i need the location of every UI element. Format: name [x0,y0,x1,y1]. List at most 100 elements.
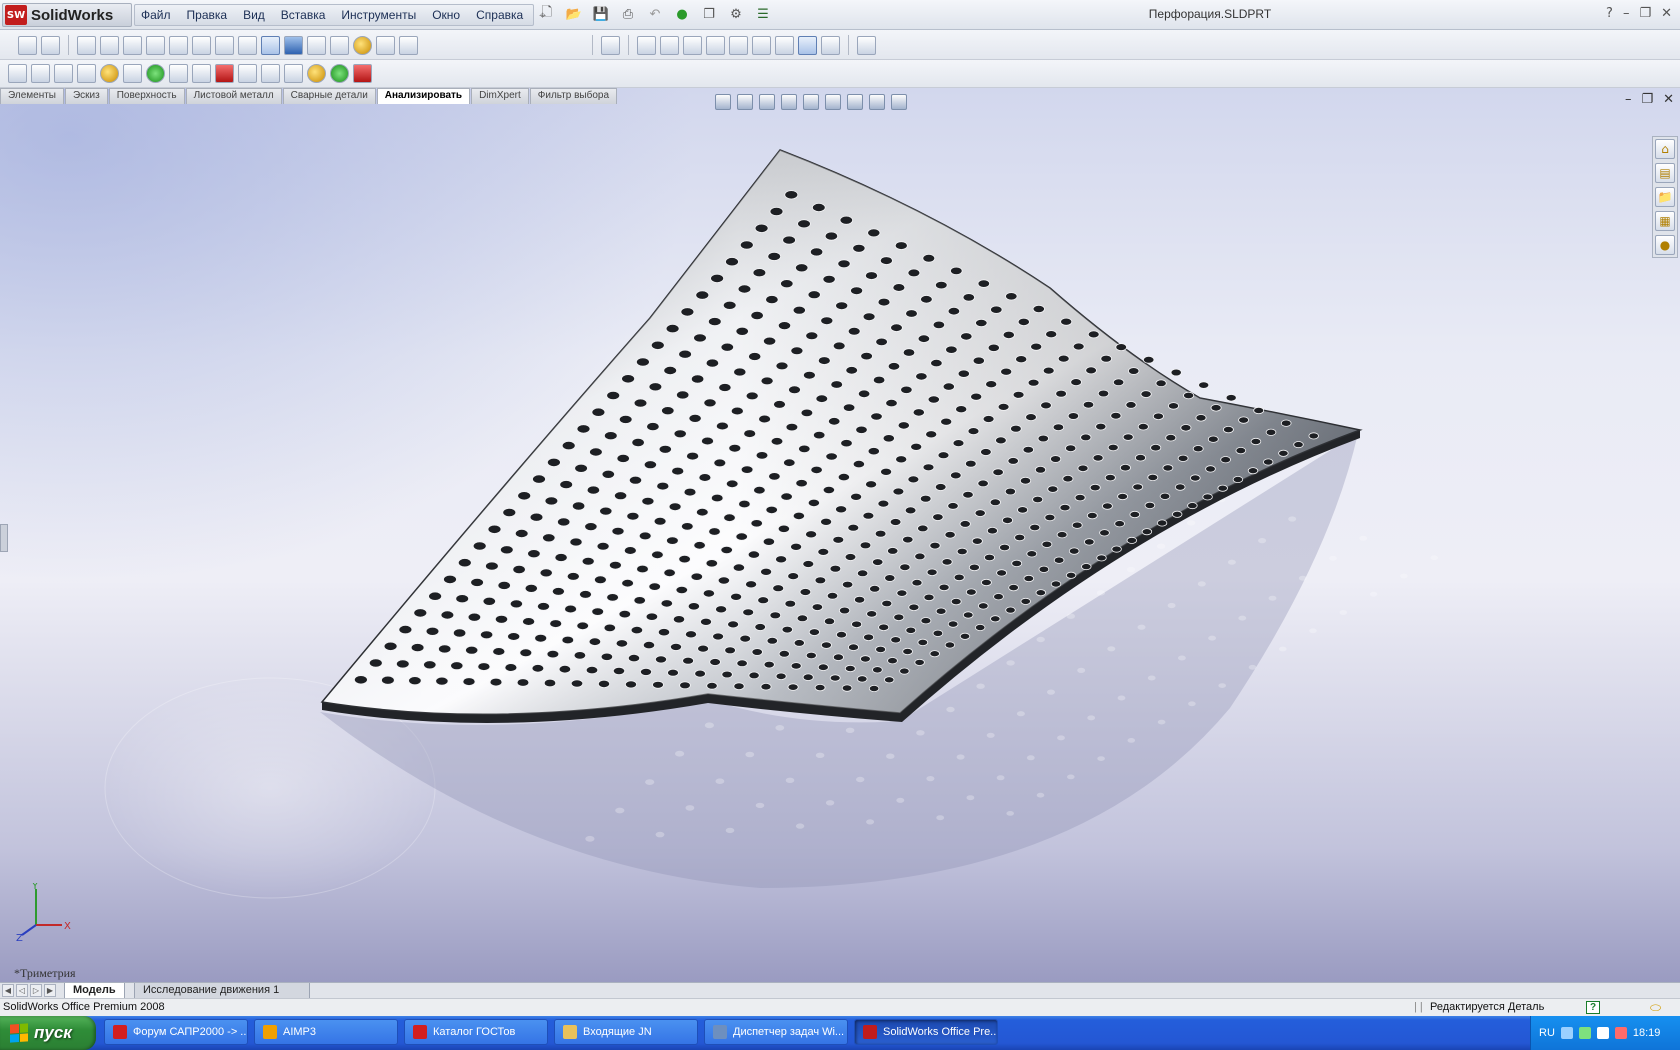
zoom-in-out-icon[interactable] [123,35,142,55]
appearance-icon[interactable] [869,94,885,110]
tag-icon[interactable]: ⬭ [1650,1000,1661,1016]
first-tab-icon[interactable]: ◀ [2,984,14,997]
next-tab-icon[interactable]: ▷ [30,984,42,997]
tab-features[interactable]: Элементы [0,88,64,104]
menu-window[interactable]: Окно [432,8,460,22]
rotate-icon[interactable] [169,35,188,55]
open-folder-icon[interactable]: 📂 [565,5,583,23]
hidden-lines-visible-icon[interactable] [215,35,234,55]
restore-icon[interactable]: ❐ [1639,6,1651,21]
doc-close-icon[interactable]: ✕ [1663,92,1674,107]
realview-icon[interactable] [353,35,372,55]
zoom-to-fit-icon[interactable] [77,35,96,55]
compare-documents-icon[interactable] [353,64,372,83]
view-palette-icon[interactable]: ▦ [1655,211,1675,231]
options-icon[interactable]: ⚙ [727,5,745,23]
tab-selection-filter[interactable]: Фильтр выбора [529,88,618,104]
zoom-to-selection-icon[interactable] [146,35,165,55]
left-view-icon[interactable] [683,35,702,55]
tab-evaluate[interactable]: Анализировать [376,88,471,104]
parting-line-analysis-icon[interactable] [261,64,280,83]
shaded-with-edges-icon[interactable] [261,35,280,55]
menu-edit[interactable]: Правка [187,8,228,22]
zoom-to-area-icon[interactable] [100,35,119,55]
thickness-analysis-icon[interactable] [284,64,303,83]
taskbar-button[interactable]: Каталог ГОСТов [404,1019,548,1045]
draft-analysis-icon[interactable] [215,64,234,83]
section-view-hud-icon[interactable] [781,94,797,110]
geometry-analysis-icon[interactable] [123,64,142,83]
file-explorer-icon[interactable]: 📁 [1655,187,1675,207]
zebra-stripes-icon[interactable] [192,64,211,83]
tab-sheet-metal[interactable]: Листовой металл [185,88,282,104]
taskbar-button[interactable]: Входящие JN [554,1019,698,1045]
right-view-icon[interactable] [706,35,725,55]
view-orientation-icon[interactable] [803,94,819,110]
tab-motion-study[interactable]: Исследование движения 1 [134,983,310,999]
sensor-icon[interactable] [77,64,96,83]
quick-tips-help-icon[interactable]: ? [1586,1001,1600,1014]
hidden-lines-removed-icon[interactable] [238,35,257,55]
file-properties-icon[interactable]: ❐ [700,5,718,23]
feature-manager-expand-handle[interactable] [0,524,8,552]
taskbar-button[interactable]: SolidWorks Office Pre... [854,1019,998,1045]
back-view-icon[interactable] [660,35,679,55]
undercut-detection-icon[interactable] [238,64,257,83]
mass-properties-icon[interactable] [31,64,50,83]
taskbar-button[interactable]: AIMP3 [254,1019,398,1045]
front-view-icon[interactable] [637,35,656,55]
trimetric-view-icon[interactable] [798,35,817,55]
display-style-icon[interactable] [825,94,841,110]
print-icon[interactable]: ⎙ [619,5,637,23]
deviation-analysis-icon[interactable] [146,64,165,83]
help-icon[interactable]: ? [1606,6,1613,21]
menu-tools[interactable]: Инструменты [341,8,416,22]
new-document-icon[interactable]: 🗋 [538,5,556,23]
minimize-icon[interactable]: – [1623,6,1630,21]
start-button[interactable]: пуск [0,1016,96,1050]
zoom-to-fit-hud-icon[interactable] [715,94,731,110]
tab-surfaces[interactable]: Поверхность [108,88,185,104]
tab-model[interactable]: Модель [64,983,125,999]
close-icon[interactable]: ✕ [1661,6,1672,21]
tab-dimxpert[interactable]: DimXpert [471,88,529,104]
normal-to-icon[interactable] [601,35,620,55]
bottom-view-icon[interactable] [752,35,771,55]
section-properties-icon[interactable] [54,64,73,83]
zoom-to-area-hud-icon[interactable] [737,94,753,110]
doc-minimize-icon[interactable]: – [1625,92,1632,107]
previous-view-icon[interactable] [759,94,775,110]
dimetric-view-icon[interactable] [821,35,840,55]
home-icon[interactable]: ⌂ [1655,139,1675,159]
design-check-icon[interactable] [330,64,349,83]
tray-security-icon[interactable] [1614,1027,1627,1039]
wireframe-icon[interactable] [192,35,211,55]
check-icon[interactable] [100,64,119,83]
appearances-scenes-icon[interactable]: ● [1655,235,1675,255]
menu-insert[interactable]: Вставка [281,8,326,22]
select-icon[interactable] [18,35,37,55]
undo-icon[interactable]: ↶ [646,5,664,23]
curvature-icon[interactable] [169,64,188,83]
simulation-icon[interactable] [307,64,326,83]
link-icon[interactable] [41,35,60,55]
isometric-view-icon[interactable] [775,35,794,55]
taskbar-button[interactable]: Форум САПР2000 -> ... [104,1019,248,1045]
top-view-icon[interactable] [729,35,748,55]
grid-icon[interactable] [376,35,395,55]
tray-app-icon[interactable] [1560,1027,1573,1039]
tray-volume-icon[interactable] [1596,1027,1609,1039]
library-icon[interactable]: ▤ [1655,163,1675,183]
menu-file[interactable]: Файл [141,8,171,22]
table-icon[interactable] [399,35,418,55]
customize-list-icon[interactable]: ☰ [754,5,772,23]
graphics-area[interactable]: – ❐ ✕ ⌂ ▤ 📁 ▦ ● Y X Z *Триметрия [0,88,1680,982]
tray-network-icon[interactable] [1578,1027,1591,1039]
view-settings-icon[interactable] [891,94,907,110]
rebuild-traffic-light-icon[interactable]: ● [673,5,691,23]
doc-restore-icon[interactable]: ❐ [1641,92,1653,107]
shaded-icon[interactable] [284,35,303,55]
save-icon[interactable]: 💾 [592,5,610,23]
taskbar-button[interactable]: Диспетчер задач Wi... [704,1019,848,1045]
hide-show-items-icon[interactable] [847,94,863,110]
